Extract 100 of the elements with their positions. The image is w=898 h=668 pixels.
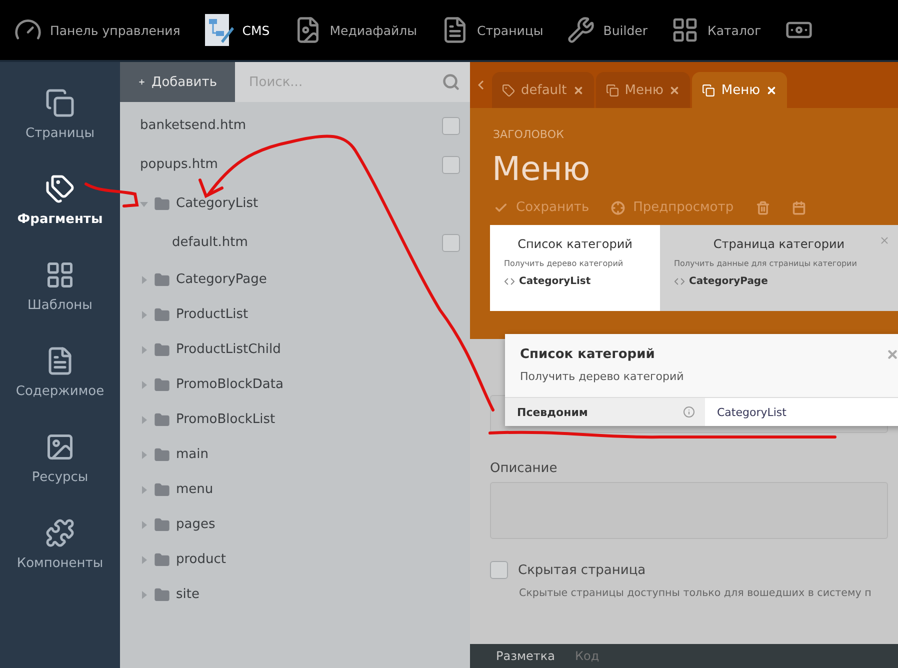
folder-name: ProductListChild xyxy=(176,342,282,357)
close-icon[interactable] xyxy=(669,84,680,96)
folder-name: PromoBlockList xyxy=(176,412,276,427)
folder-name: ProductList xyxy=(176,307,250,322)
caret-right-icon[interactable] xyxy=(140,346,148,354)
component-title: Список категорий xyxy=(516,237,634,251)
tree-item[interactable]: main xyxy=(120,437,470,472)
sidebar-item[interactable]: Шаблоны xyxy=(0,254,120,340)
puzzle-icon xyxy=(45,518,75,548)
component-title: Страница категории xyxy=(712,237,846,251)
nav-item[interactable]: Панель управления xyxy=(0,0,190,60)
component-alias: CategoryPage xyxy=(689,276,768,287)
file-name: banketsend.htm xyxy=(140,118,248,133)
search-field[interactable]: Поиск... xyxy=(247,74,442,90)
copy-icon xyxy=(702,84,716,96)
nav-item[interactable]: Медиафайлы xyxy=(280,0,427,60)
checkbox[interactable] xyxy=(442,116,460,134)
tree-item[interactable]: site xyxy=(120,577,470,612)
tag-icon xyxy=(502,84,515,96)
flowchart-icon xyxy=(204,13,234,47)
tree-item[interactable]: PromoBlockList xyxy=(120,402,470,437)
grid-icon xyxy=(671,16,700,44)
tree-item[interactable]: product xyxy=(120,542,470,577)
folder-icon xyxy=(154,306,170,322)
tree-item[interactable]: banketsend.htm xyxy=(120,106,470,145)
folder-name: main xyxy=(176,447,210,462)
description-label: Описание xyxy=(490,461,558,476)
caret-right-icon[interactable] xyxy=(140,380,148,388)
folder-icon xyxy=(154,376,170,392)
calendar-icon[interactable] xyxy=(792,200,806,215)
folder-icon xyxy=(154,482,170,498)
tree-item[interactable]: pages xyxy=(120,507,470,542)
caret-right-icon[interactable] xyxy=(140,590,148,598)
folder-icon xyxy=(154,446,170,462)
close-icon[interactable] xyxy=(879,235,890,246)
caret-right-icon[interactable] xyxy=(140,556,148,564)
tree-item[interactable]: popups.htm xyxy=(120,145,470,184)
wrench-icon xyxy=(567,16,596,44)
caret-right-icon[interactable] xyxy=(140,416,148,424)
folder-icon xyxy=(154,196,170,212)
folder-name: site xyxy=(176,587,200,602)
page-title: Меню xyxy=(491,148,592,188)
close-icon[interactable] xyxy=(766,84,778,96)
nav-item[interactable]: CMS xyxy=(190,0,280,60)
component-card[interactable]: Страница категории Получить данные для страницы категории CategoryPage xyxy=(660,225,898,311)
folder-icon xyxy=(154,586,170,602)
chevron-left-icon[interactable] xyxy=(478,80,484,90)
editor-tab[interactable]: Меню xyxy=(692,72,788,108)
caret-right-icon[interactable] xyxy=(140,450,148,458)
code-icon xyxy=(504,276,515,287)
bottom-tab[interactable]: Разметка xyxy=(496,649,555,663)
add-button[interactable]: Добавить xyxy=(120,62,235,102)
tree-item[interactable]: menu xyxy=(120,472,470,507)
tree-item[interactable]: CategoryList xyxy=(120,184,470,223)
checkbox[interactable] xyxy=(442,234,460,252)
folder-icon xyxy=(154,272,170,288)
tree-item[interactable]: ProductListChild xyxy=(120,332,470,367)
checkbox-label: Скрытая страница xyxy=(518,562,646,578)
folder-name: CategoryPage xyxy=(176,272,268,287)
info-icon[interactable] xyxy=(683,406,695,418)
nav-item[interactable]: Каталог xyxy=(657,0,772,60)
tree-item[interactable]: PromoBlockData xyxy=(120,367,470,402)
folder-icon xyxy=(154,412,170,428)
property-field[interactable]: CategoryList xyxy=(705,398,898,426)
popover-title: Список категорий xyxy=(520,347,655,362)
grid-icon xyxy=(45,260,75,290)
component-alias: CategoryList xyxy=(519,276,591,287)
nav-item[interactable]: Страницы xyxy=(426,0,554,60)
checkbox[interactable] xyxy=(490,561,508,579)
checkbox[interactable] xyxy=(442,156,460,174)
popover-description: Получить дерево категорий xyxy=(520,370,684,383)
caret-right-icon[interactable] xyxy=(140,486,148,494)
crosshair-icon xyxy=(611,200,626,214)
sidebar-item[interactable]: Страницы xyxy=(0,82,120,168)
folder-name: product xyxy=(176,552,228,567)
folder-name: menu xyxy=(176,482,214,497)
sidebar-item[interactable]: Содержимое xyxy=(0,340,120,426)
caret-right-icon[interactable] xyxy=(140,276,148,284)
nav-item[interactable]: Builder xyxy=(553,0,658,60)
caret-right-icon[interactable] xyxy=(140,310,148,318)
close-icon[interactable] xyxy=(886,348,898,361)
close-icon[interactable] xyxy=(572,84,584,96)
sidebar-item[interactable]: Компоненты xyxy=(0,512,120,598)
tree-item[interactable]: ProductList xyxy=(120,297,470,332)
title-caption: ЗАГОЛОВОК xyxy=(492,127,565,141)
component-card[interactable]: Список категорий Получить дерево категорий CategoryList xyxy=(490,225,660,311)
component-description: Получить дерево категорий xyxy=(504,259,624,268)
sidebar-item[interactable]: Фрагменты xyxy=(0,168,120,254)
hint-text: Скрытые страницы доступны только для вошедших в систему п xyxy=(519,587,872,599)
folder-name: pages xyxy=(176,517,216,532)
folder-icon xyxy=(154,552,170,568)
tree-item[interactable]: default.htm xyxy=(120,223,470,262)
folder-icon xyxy=(154,516,170,532)
trash-icon[interactable] xyxy=(756,200,770,215)
sidebar-item[interactable]: Ресурсы xyxy=(0,426,120,512)
copy-icon xyxy=(606,84,619,96)
tree-item[interactable]: CategoryPage xyxy=(120,262,470,297)
caret-right-icon[interactable] xyxy=(140,520,148,528)
search-icon[interactable] xyxy=(442,73,460,91)
caret-down-icon[interactable] xyxy=(140,200,148,208)
